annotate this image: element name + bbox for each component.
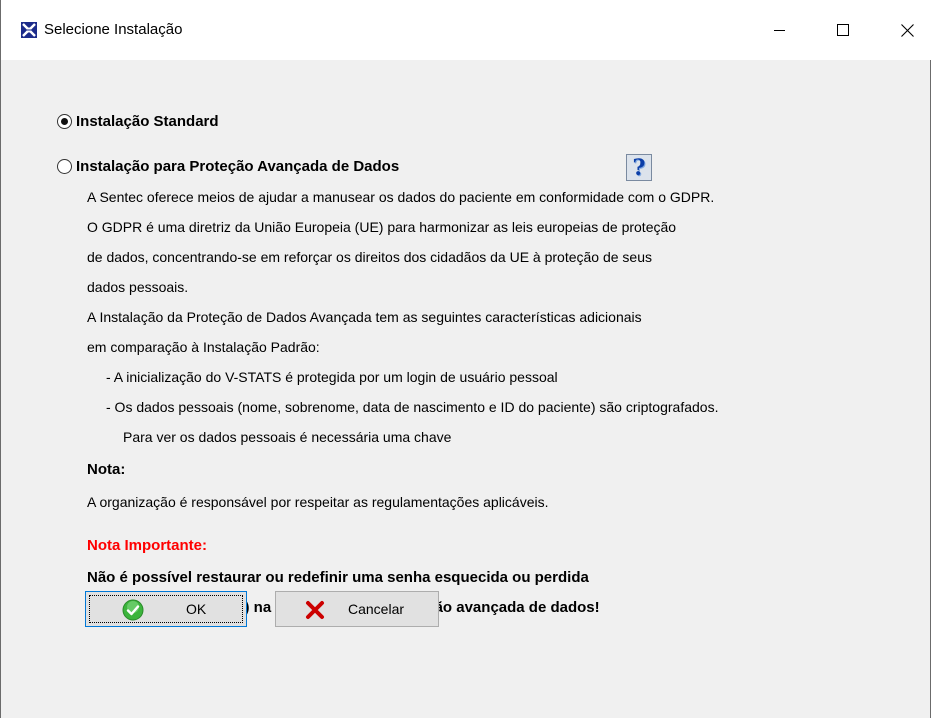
maximize-button[interactable]: [820, 10, 866, 50]
important-text-line1: Não é possível restaurar ou redefinir um…: [87, 569, 589, 586]
cancel-x-icon: [306, 601, 324, 619]
window-title: Selecione Instalação: [44, 21, 183, 38]
help-button[interactable]: ?: [626, 154, 652, 181]
description-line: dados pessoais.: [87, 279, 189, 295]
description-bullet: - A inicialização do V-STATS é protegida…: [106, 369, 558, 385]
radio-advanced[interactable]: [57, 159, 72, 174]
focus-rect: [89, 595, 243, 623]
title-bar: Selecione Instalação: [1, 0, 931, 60]
option-advanced[interactable]: Instalação para Proteção Avançada de Dad…: [57, 158, 399, 175]
description-line: em comparação à Instalação Padrão:: [87, 339, 320, 355]
ok-label: OK: [186, 601, 207, 617]
help-icon: ?: [632, 154, 646, 181]
cancel-label: Cancelar: [348, 601, 405, 617]
important-heading: Nota Importante:: [87, 537, 207, 554]
close-button[interactable]: [884, 10, 930, 50]
note-text: A organização é responsável por respeita…: [87, 494, 549, 510]
ok-button[interactable]: OK: [85, 591, 247, 627]
description-line: O GDPR é uma diretriz da União Europeia …: [87, 219, 677, 235]
description-line: A Sentec oferece meios de ajudar a manus…: [87, 189, 715, 205]
maximize-icon: [837, 24, 849, 36]
note-heading: Nota:: [87, 461, 126, 478]
radio-standard[interactable]: [57, 114, 72, 129]
description-line: A Instalação da Proteção de Dados Avança…: [87, 309, 642, 325]
description-line: Para ver os dados pessoais é necessária …: [123, 429, 452, 445]
description-line: de dados, concentrando-se em reforçar os…: [87, 249, 652, 265]
option-standard[interactable]: Instalação Standard: [57, 113, 219, 130]
option-standard-label: Instalação Standard: [76, 113, 219, 130]
app-icon: [21, 22, 37, 38]
option-advanced-label: Instalação para Proteção Avançada de Dad…: [76, 158, 400, 175]
minimize-icon: [774, 30, 785, 31]
check-icon: [122, 599, 144, 621]
description-bullet: - Os dados pessoais (nome, sobrenome, da…: [106, 399, 719, 415]
close-icon: [900, 23, 914, 37]
minimize-button[interactable]: [757, 10, 803, 50]
install-dialog: Selecione Instalação Instalação Standard…: [0, 0, 931, 718]
cancel-button[interactable]: Cancelar: [275, 591, 439, 627]
